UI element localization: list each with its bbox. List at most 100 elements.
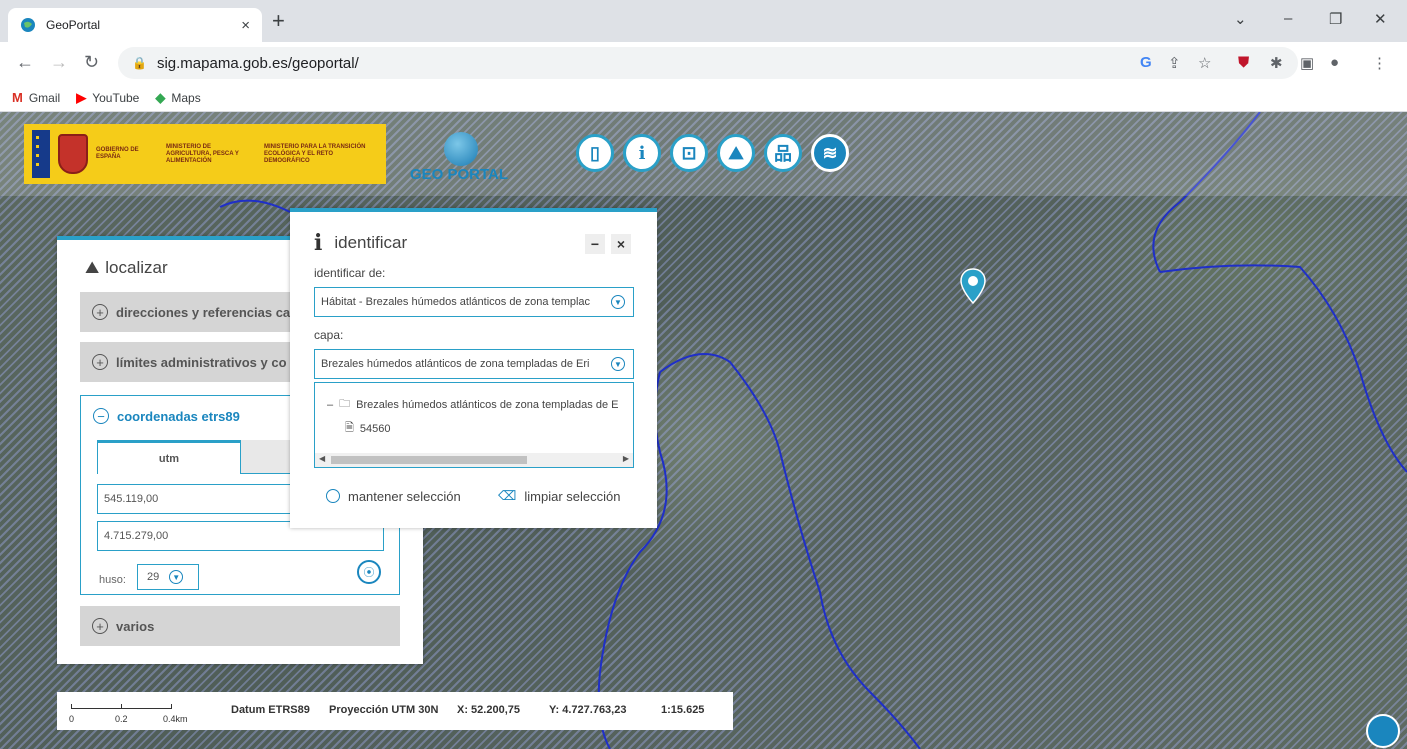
collapse-minus-icon: −: [93, 408, 109, 424]
collapse-icon: –: [327, 398, 334, 411]
sidepanel-icon[interactable]: ▣: [1300, 54, 1314, 72]
google-icon[interactable]: G: [1140, 54, 1152, 71]
youtube-icon: ▶: [76, 89, 87, 105]
expand-plus-icon: +: [92, 354, 108, 370]
close-window-button[interactable]: ✕: [1374, 10, 1387, 28]
url-text: sig.mapama.gob.es/geoportal/: [156, 54, 359, 72]
address-bar: ← → ↻ 🔒 sig.mapama.gob.es/geoportal/ G ⇪…: [0, 42, 1407, 84]
localizar-title-text: localizar: [105, 258, 168, 277]
select-value: Hábitat - Brezales húmedos atlánticos de…: [321, 296, 591, 308]
forward-arrow-icon[interactable]: →: [50, 52, 68, 73]
scroll-left-icon[interactable]: ◀: [319, 454, 325, 463]
tree-node[interactable]: – 🗀 Brezales húmedos atlánticos de zona …: [327, 395, 618, 414]
government-logo: GOBIERNO DE ESPAÑA MINISTERIO DE AGRICUL…: [24, 124, 386, 184]
scroll-thumb[interactable]: [331, 456, 527, 464]
tree-node-label: Brezales húmedos atlánticos de zona temp…: [356, 398, 619, 411]
section-coordenadas-header[interactable]: − coordenadas etrs89: [93, 408, 240, 424]
tab-search-dropdown-icon[interactable]: ⌄: [1234, 10, 1247, 28]
datum-text: Datum ETRS89: [231, 704, 310, 716]
map-pin-icon: ⦿: [363, 567, 375, 579]
geoportal-logo[interactable]: GEO PORTAL: [410, 132, 510, 188]
x-coordinate-readout: X: 52.200,75: [457, 704, 520, 716]
bookmark-star-icon[interactable]: ☆: [1198, 54, 1211, 72]
tree-leaf-label: 54560: [359, 422, 391, 435]
menu-kebab-icon[interactable]: ⋮: [1372, 54, 1387, 72]
layers-icon: ≋: [822, 142, 838, 163]
section-varios[interactable]: + varios: [80, 606, 400, 646]
map-locate-icon: ⛰: [85, 258, 100, 277]
browser-tabbar: GeoPortal × + ⌄ – ❐ ✕: [0, 0, 1407, 42]
bookmark-youtube[interactable]: ▶ YouTube: [76, 90, 139, 106]
tab-title: GeoPortal: [46, 18, 101, 32]
bookmark-gmail[interactable]: M Gmail: [12, 90, 60, 105]
minimize-button[interactable]: –: [1284, 10, 1292, 27]
map-scale-text: 1:15.625: [661, 704, 705, 716]
tab-utm[interactable]: utm: [97, 440, 241, 474]
identificar-title-text: identificar: [334, 233, 408, 252]
button-label: limpiar selección: [524, 488, 621, 504]
url-input[interactable]: 🔒 sig.mapama.gob.es/geoportal/: [118, 47, 1298, 79]
geoportal-header: GOBIERNO DE ESPAÑA MINISTERIO DE AGRICUL…: [0, 112, 1407, 196]
tab-close-button[interactable]: ×: [241, 17, 250, 34]
scale-label: 0.4km: [163, 714, 188, 724]
capa-label: capa:: [314, 328, 344, 342]
lock-icon: 🔒: [132, 56, 147, 70]
share-icon[interactable]: ⇪: [1168, 54, 1181, 72]
identify-tool-button[interactable]: i: [623, 134, 661, 172]
ruler-icon: ▯: [590, 142, 600, 163]
coat-of-arms-icon: [58, 134, 88, 174]
globe-overview-icon[interactable]: [1366, 714, 1400, 748]
locate-tool-button[interactable]: ⛰: [717, 134, 755, 172]
restore-button[interactable]: ❐: [1329, 10, 1342, 28]
section-label: límites administrativos y co: [116, 354, 287, 370]
measure-tool-button[interactable]: ▯: [576, 134, 614, 172]
browser-tab[interactable]: GeoPortal ×: [8, 8, 262, 42]
bookmark-maps[interactable]: ◆ Maps: [155, 90, 200, 106]
map-locate-icon: ⛰: [728, 142, 744, 163]
profile-avatar-icon[interactable]: ●: [1330, 54, 1339, 71]
geoportal-favicon-icon: [21, 18, 35, 32]
y-coordinate-readout: Y: 4.727.763,23: [549, 704, 627, 716]
huso-label: huso:: [99, 574, 126, 586]
layers-tool-button[interactable]: ≋: [811, 134, 849, 172]
eu-flag-icon: [32, 130, 50, 178]
back-arrow-icon[interactable]: ←: [16, 52, 34, 73]
results-tree: – 🗀 Brezales húmedos atlánticos de zona …: [314, 382, 634, 468]
huso-select[interactable]: 29 ▼: [137, 564, 199, 590]
info-icon: i: [314, 230, 323, 256]
minimize-panel-button[interactable]: −: [585, 234, 605, 254]
map-marker-icon[interactable]: [960, 268, 986, 304]
tree-leaf[interactable]: 🗎 54560: [345, 419, 390, 438]
maps-icon: ◆: [155, 89, 166, 105]
identificar-de-select[interactable]: Hábitat - Brezales húmedos atlánticos de…: [314, 287, 634, 317]
section-label: varios: [116, 618, 155, 634]
capa-select[interactable]: Brezales húmedos atlánticos de zona temp…: [314, 349, 634, 379]
hierarchy-tool-button[interactable]: 品: [764, 134, 802, 172]
clear-selection-button[interactable]: ⌫ limpiar selección: [486, 474, 634, 518]
extensions-icon[interactable]: ✱: [1270, 54, 1283, 72]
bookmarks-bar: M Gmail ▶ YouTube ◆ Maps: [0, 84, 1407, 112]
identificar-panel: i identificar − × identificar de: Hábita…: [290, 208, 657, 528]
identificar-de-label: identificar de:: [314, 266, 386, 280]
localizar-title: ⛰ localizar: [85, 258, 168, 278]
bookmark-label: Maps: [171, 90, 201, 105]
expand-plus-icon: +: [92, 304, 108, 320]
new-tab-button[interactable]: +: [272, 10, 285, 32]
ministry-agriculture: MINISTERIO DE AGRICULTURA, PESCA Y ALIME…: [166, 143, 239, 164]
map-canvas[interactable]: GOBIERNO DE ESPAÑA MINISTERIO DE AGRICUL…: [0, 112, 1407, 749]
reload-icon[interactable]: ↻: [84, 52, 99, 73]
ublock-icon[interactable]: ⛊: [1238, 54, 1249, 71]
button-label: mantener selección: [348, 488, 461, 504]
close-panel-button[interactable]: ×: [611, 234, 631, 254]
folder-icon: 🗀: [339, 398, 351, 410]
horizontal-scrollbar[interactable]: ◀ ▶: [315, 453, 633, 467]
scroll-right-icon[interactable]: ▶: [623, 454, 629, 463]
chevron-down-icon: ▼: [611, 295, 625, 309]
keep-selection-button[interactable]: mantener selección: [314, 474, 474, 518]
go-to-coordinates-button[interactable]: ⦿: [357, 560, 381, 584]
ministry-ecology: MINISTERIO PARA LA TRANSICIÓN ECOLÓGICA …: [264, 143, 366, 164]
bookmark-tool-button[interactable]: ⊡: [670, 134, 708, 172]
projection-text: Proyección UTM 30N: [329, 704, 439, 716]
scale-label: 0.2: [115, 714, 128, 724]
bookmark-label: Gmail: [28, 90, 61, 105]
